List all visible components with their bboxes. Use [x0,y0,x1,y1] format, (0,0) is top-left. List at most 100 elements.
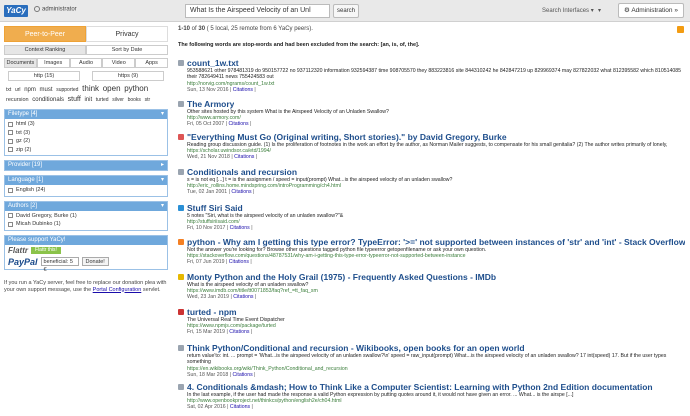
tag[interactable]: silver [112,97,124,103]
filter-checkbox[interactable]: txt (3) [8,129,164,138]
tag[interactable]: must [40,87,53,93]
meta-separator: | [252,371,256,378]
search-button[interactable]: search [333,4,359,18]
sort-by-date-button[interactable]: Sort by Date [86,45,168,55]
provider-panel-header[interactable]: Provider [19] ▸ [5,161,167,170]
language-panel-header[interactable]: Language [1] ▾ [5,176,167,185]
checkbox-icon [8,187,13,193]
result-title-link[interactable]: python - Why am I getting this type erro… [187,237,685,247]
result-date: Sat, 02 Apr 2016 [187,404,226,411]
citations-link[interactable]: Citations [234,154,254,160]
search-result: turted - npm The Universal Real Time Even… [178,307,686,336]
citations-link[interactable]: Citations [228,121,248,127]
checkbox-icon [8,147,13,153]
tag[interactable]: init [84,97,92,103]
citations-link[interactable]: Citations [229,329,249,335]
type-video-button[interactable]: Video [102,58,136,68]
user-icon [34,6,40,12]
sidebar: Peer-to-Peer Privacy Context Ranking Sor… [4,26,168,294]
donation-amount-select[interactable]: beneficial: 5 € [40,257,79,273]
result-title-link[interactable]: Monty Python and the Holy Grail (1975) -… [187,272,496,282]
authors-panel: Authors [2] ▾ David Gregory, Burke (1) Mi… [4,200,168,231]
filter-checkbox[interactable]: zip (2) [8,146,164,155]
tag[interactable]: supported [56,87,78,93]
tag[interactable]: think [82,84,99,93]
protocol-https-button[interactable]: https (9) [92,71,164,81]
tag[interactable]: turted [96,97,109,103]
search-input[interactable]: What Is the Airspeed Velocity of an Unl [185,4,330,18]
tag[interactable]: open [103,84,121,93]
panel-title: Language [1] [8,177,44,183]
citations-link[interactable]: Citations [232,372,252,378]
result-snippet: return value'to: int. ... prompt = 'What… [187,353,667,366]
result-meta: Sat, 02 Apr 2016 | Citations | [187,404,686,411]
filetype-panel-header[interactable]: Filetype [4] ▾ [5,110,167,119]
citations-link[interactable]: Citations [231,189,251,195]
filetype-panel: Filetype [4] ▾ html (3) txt (3) gz (2) zi… [4,109,168,156]
tag[interactable]: str [145,97,151,103]
user-indicator[interactable]: administrator [34,6,77,13]
filter-checkbox[interactable]: html (3) [8,120,164,129]
favicon-icon [178,169,184,175]
type-documents-button[interactable]: Documents [4,58,37,68]
tag[interactable]: txt [6,87,11,93]
authors-panel-header[interactable]: Authors [2] ▾ [5,201,167,211]
type-audio-button[interactable]: Audio [69,58,103,68]
result-title-link[interactable]: "Everything Must Go (Original writing, S… [187,132,507,142]
result-title-link[interactable]: Conditionals and recursion [187,167,297,177]
search-result: Stuff Siri Said 5 notes "Siri, what is th… [178,203,686,232]
results-area: 1-10 of 30 ( 5 local, 25 remote from 6 Y… [178,26,686,48]
yacy-logo[interactable]: YaCy [4,5,28,17]
tag[interactable]: url [15,87,21,93]
administration-button[interactable]: ⚙ Administration » [618,3,684,18]
tag[interactable]: stuff [68,96,81,103]
portal-configuration-link[interactable]: Portal Configuration [93,287,142,293]
filter-checkbox[interactable]: gz (2) [8,137,164,146]
tag[interactable]: npm [24,87,36,93]
tag[interactable]: recursion [6,97,29,103]
result-title-link[interactable]: turted - npm [187,307,237,317]
favicon-icon [178,274,184,280]
help-icon[interactable]: ▾ [598,7,601,14]
result-title-link[interactable]: Stuff Siri Said [187,203,243,213]
filter-checkbox[interactable]: Micah Dubinko (1) [8,220,164,229]
result-meta: Wed, 21 Nov 2018 | Citations | [187,154,686,161]
donate-button[interactable]: Donate! [81,257,109,266]
result-title-link[interactable]: count_1w.txt [187,58,239,68]
search-interfaces-menu[interactable]: Search Interfaces ▾ [542,7,594,14]
tag[interactable]: books [128,97,141,103]
chevron-down-icon: ▾ [160,202,164,209]
provider-panel: Provider [19] ▸ [4,160,168,171]
rss-icon[interactable] [677,26,684,33]
search-result: The Armory Other sites hosted by this sys… [178,99,686,128]
citations-link[interactable]: Citations [233,87,253,93]
chevron-down-icon: ▾ [160,111,164,117]
filter-checkbox[interactable]: English (24) [8,186,164,195]
meta-separator: | [250,404,253,411]
result-meta: Fri, 15 Mar 2019 | Citations | [187,329,686,336]
tab-peer-to-peer[interactable]: Peer-to-Peer [4,26,86,42]
result-date: Sun, 18 Mar 2018 [187,371,229,378]
citations-link[interactable]: Citations [233,294,253,300]
type-images-button[interactable]: Images [36,58,70,68]
tab-privacy[interactable]: Privacy [86,26,168,42]
meta-separator: | [248,121,252,128]
result-title-link[interactable]: Think Python/Conditional and recursion -… [187,343,525,353]
type-apps-button[interactable]: Apps [135,58,168,68]
citations-link[interactable]: Citations [230,225,250,231]
result-title-link[interactable]: The Armory [187,99,234,109]
citations-link[interactable]: Citations [230,404,250,410]
flattr-button[interactable]: Flattr this! [31,247,61,254]
tag[interactable]: python [124,84,148,93]
citations-link[interactable]: Citations [229,259,249,265]
result-title-link[interactable]: 4. Conditionals &mdash; How to Think Lik… [187,382,653,392]
protocol-http-button[interactable]: http (15) [8,71,80,81]
paypal-logo: PayPal [8,256,38,267]
support-note: If you run a YaCy server, feel free to r… [4,280,168,294]
tag[interactable]: conditionals [32,97,64,103]
filter-checkbox[interactable]: David Gregory, Burke (1) [8,212,164,221]
context-ranking-button[interactable]: Context Ranking [4,45,86,55]
filter-label: gz (2) [16,138,31,145]
stopwords-notice: The following words are stop-words and h… [178,42,420,48]
favicon-icon [178,309,184,315]
